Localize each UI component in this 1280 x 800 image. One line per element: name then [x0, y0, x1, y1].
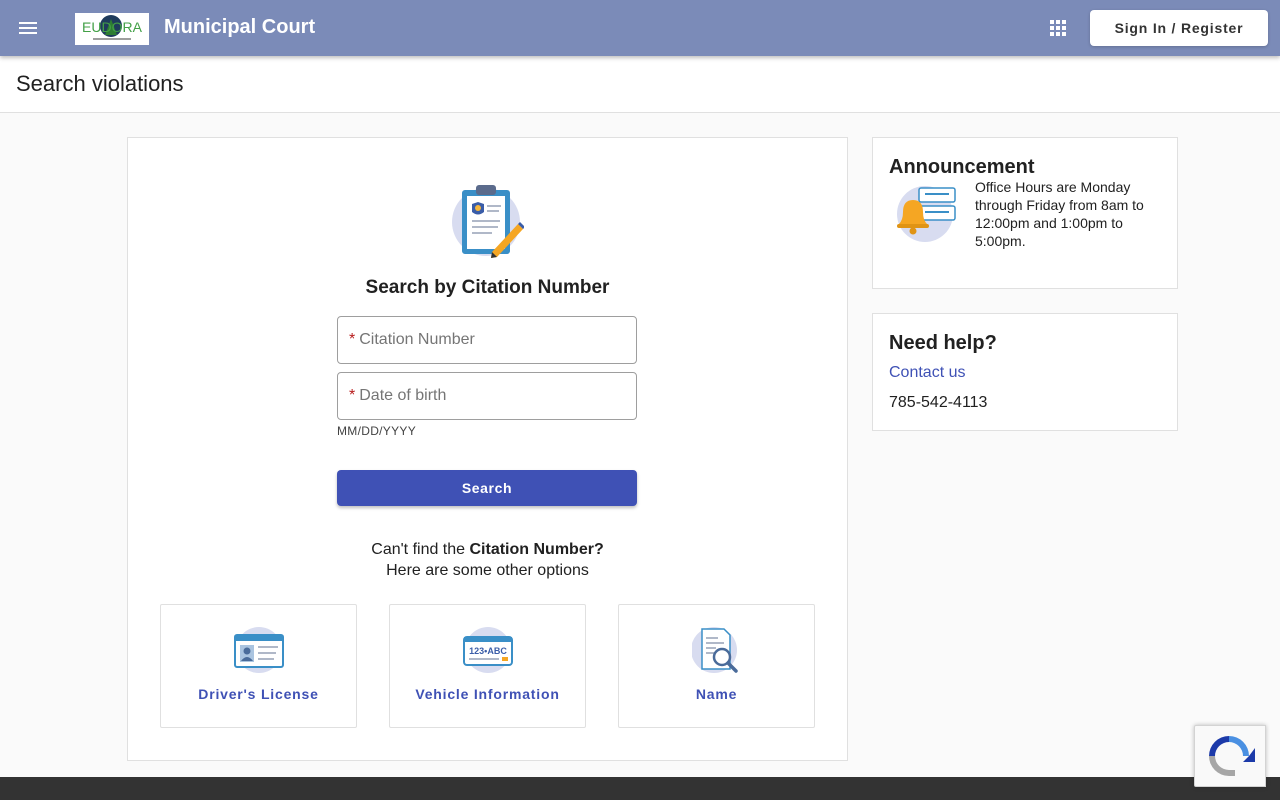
help-card: Need help? Contact us 785-542-4113	[872, 313, 1178, 431]
announcement-title: Announcement	[889, 156, 1035, 178]
drivers-license-option[interactable]: Driver's License	[160, 604, 357, 728]
announcement-text: Office Hours are Monday through Friday f…	[975, 179, 1144, 249]
app-title: Municipal Court	[164, 16, 316, 38]
bell-notification-icon	[897, 186, 956, 242]
document-search-icon	[692, 627, 738, 673]
contact-us-link[interactable]: Contact us	[889, 364, 965, 382]
app-bar: EUDORA Municipal Court Sign In / Registe…	[0, 0, 1280, 56]
other-options-bold: Citation Number?	[469, 541, 604, 558]
other-options-line2: Here are some other options	[386, 562, 589, 579]
form-title: Search by Citation Number	[365, 277, 610, 298]
hamburger-menu-icon[interactable]	[16, 16, 40, 40]
sign-in-register-button[interactable]: Sign In / Register	[1090, 10, 1268, 46]
vehicle-information-option[interactable]: 123•ABC Vehicle Information	[389, 604, 586, 728]
other-options-prefix: Can't find the	[371, 541, 470, 558]
page-header: Search violations	[0, 56, 1280, 113]
option-label: Driver's License	[198, 686, 319, 702]
option-label: Name	[695, 686, 738, 702]
recaptcha-icon	[1209, 736, 1255, 776]
help-title: Need help?	[889, 332, 997, 354]
recaptcha-badge[interactable]	[1194, 725, 1266, 787]
court-logo[interactable]: EUDORA	[75, 13, 149, 45]
other-options-text: Can't find the Citation Number? Here are…	[128, 539, 847, 581]
page-footer	[0, 777, 1280, 800]
name-option[interactable]: Name	[618, 604, 815, 728]
option-label: Vehicle Information	[415, 686, 560, 702]
help-phone-number: 785-542-4113	[889, 394, 988, 411]
citation-number-field[interactable]: * Citation Number	[337, 316, 637, 364]
announcement-card: Announcement Office Hours are Monday thr…	[872, 137, 1178, 289]
id-card-icon	[234, 627, 284, 673]
date-of-birth-input[interactable]	[338, 373, 636, 419]
search-button[interactable]: Search	[337, 470, 637, 506]
license-plate-icon: 123•ABC	[463, 627, 513, 673]
page-title: Search violations	[16, 71, 184, 96]
date-of-birth-field[interactable]: * Date of birth	[337, 372, 637, 420]
date-format-hint: MM/DD/YYYY	[337, 424, 417, 438]
clipboard-pen-icon	[452, 185, 524, 258]
apps-grid-icon[interactable]	[1046, 16, 1070, 40]
citation-number-input[interactable]	[338, 317, 636, 363]
logo-text: EUDORA	[82, 19, 143, 35]
plate-text: 123•ABC	[469, 646, 507, 656]
citation-search-card: Search by Citation Number * Citation Numb…	[127, 137, 848, 761]
